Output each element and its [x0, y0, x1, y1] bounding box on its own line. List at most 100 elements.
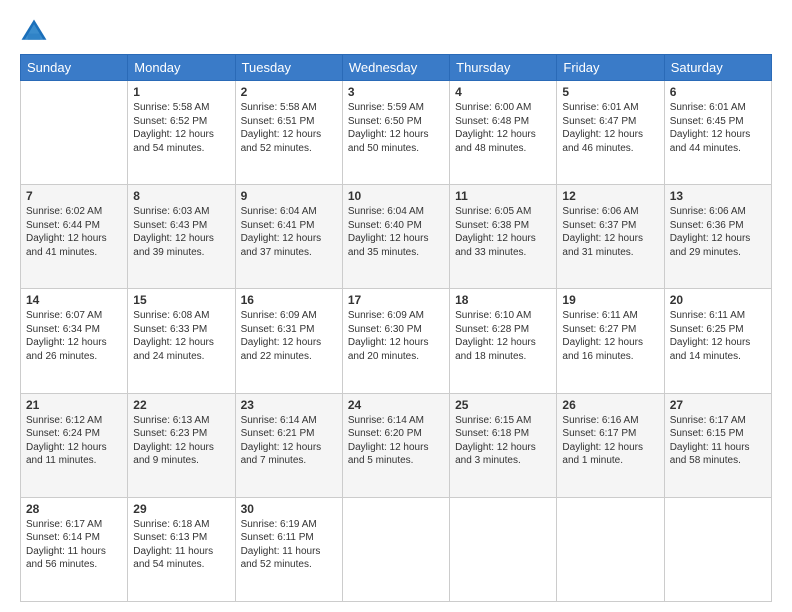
day-number: 30: [241, 502, 337, 516]
cell-info: Sunrise: 6:09 AM Sunset: 6:31 PM Dayligh…: [241, 309, 337, 363]
cell-info: Sunrise: 5:59 AM Sunset: 6:50 PM Dayligh…: [348, 101, 444, 155]
calendar-cell: 26 Sunrise: 6:16 AM Sunset: 6:17 PM Dayli…: [557, 393, 664, 497]
cell-info: Sunrise: 6:16 AM Sunset: 6:17 PM Dayligh…: [562, 414, 658, 468]
calendar-cell: 23Sunrise: 6:14 AM Sunset: 6:21 PM Dayli…: [235, 393, 342, 497]
day-number: 3: [348, 85, 444, 99]
calendar-week-row: 7 Sunrise: 6:02 AM Sunset: 6:44 PM Daylig…: [21, 185, 772, 289]
day-number: 2: [241, 85, 337, 99]
cell-info: Sunrise: 6:17 AM Sunset: 6:14 PM Dayligh…: [26, 518, 122, 572]
calendar-cell: [664, 497, 771, 601]
day-number: 22: [133, 398, 229, 412]
cell-info: Sunrise: 6:19 AM Sunset: 6:11 PM Dayligh…: [241, 518, 337, 572]
cell-info: Sunrise: 6:01 AM Sunset: 6:47 PM Dayligh…: [562, 101, 658, 155]
calendar-weekday-friday: Friday: [557, 55, 664, 81]
day-number: 12: [562, 189, 658, 203]
day-number: 9: [241, 189, 337, 203]
calendar-cell: 2 Sunrise: 5:58 AM Sunset: 6:51 PM Daylig…: [235, 81, 342, 185]
cell-info: Sunrise: 5:58 AM Sunset: 6:51 PM Dayligh…: [241, 101, 337, 155]
day-number: 14: [26, 293, 122, 307]
cell-info: Sunrise: 6:00 AM Sunset: 6:48 PM Dayligh…: [455, 101, 551, 155]
day-number: 21: [26, 398, 122, 412]
cell-info: Sunrise: 6:08 AM Sunset: 6:33 PM Dayligh…: [133, 309, 229, 363]
calendar-weekday-wednesday: Wednesday: [342, 55, 449, 81]
calendar-week-row: 14 Sunrise: 6:07 AM Sunset: 6:34 PM Dayli…: [21, 289, 772, 393]
cell-info: Sunrise: 6:17 AM Sunset: 6:15 PM Dayligh…: [670, 414, 766, 468]
cell-info: Sunrise: 6:12 AM Sunset: 6:24 PM Dayligh…: [26, 414, 122, 468]
day-number: 4: [455, 85, 551, 99]
calendar-cell: 6Sunrise: 6:01 AM Sunset: 6:45 PM Daylig…: [664, 81, 771, 185]
logo: [20, 18, 52, 46]
calendar-cell: 4 Sunrise: 6:00 AM Sunset: 6:48 PM Daylig…: [450, 81, 557, 185]
calendar-cell: [342, 497, 449, 601]
calendar-week-row: 21 Sunrise: 6:12 AM Sunset: 6:24 PM Dayli…: [21, 393, 772, 497]
cell-info: Sunrise: 6:10 AM Sunset: 6:28 PM Dayligh…: [455, 309, 551, 363]
day-number: 24: [348, 398, 444, 412]
day-number: 26: [562, 398, 658, 412]
calendar-cell: 9Sunrise: 6:04 AM Sunset: 6:41 PM Daylig…: [235, 185, 342, 289]
day-number: 8: [133, 189, 229, 203]
day-number: 25: [455, 398, 551, 412]
cell-info: Sunrise: 6:11 AM Sunset: 6:27 PM Dayligh…: [562, 309, 658, 363]
day-number: 19: [562, 293, 658, 307]
cell-info: Sunrise: 6:06 AM Sunset: 6:37 PM Dayligh…: [562, 205, 658, 259]
calendar-week-row: 1 Sunrise: 5:58 AM Sunset: 6:52 PM Daylig…: [21, 81, 772, 185]
calendar-cell: 1 Sunrise: 5:58 AM Sunset: 6:52 PM Daylig…: [128, 81, 235, 185]
calendar-cell: 13 Sunrise: 6:06 AM Sunset: 6:36 PM Dayli…: [664, 185, 771, 289]
calendar-header-row: SundayMondayTuesdayWednesdayThursdayFrid…: [21, 55, 772, 81]
calendar-cell: 18 Sunrise: 6:10 AM Sunset: 6:28 PM Dayli…: [450, 289, 557, 393]
cell-info: Sunrise: 6:11 AM Sunset: 6:25 PM Dayligh…: [670, 309, 766, 363]
day-number: 23: [241, 398, 337, 412]
calendar-weekday-sunday: Sunday: [21, 55, 128, 81]
calendar-cell: 5 Sunrise: 6:01 AM Sunset: 6:47 PM Daylig…: [557, 81, 664, 185]
cell-info: Sunrise: 6:05 AM Sunset: 6:38 PM Dayligh…: [455, 205, 551, 259]
day-number: 29: [133, 502, 229, 516]
calendar-cell: 20 Sunrise: 6:11 AM Sunset: 6:25 PM Dayli…: [664, 289, 771, 393]
calendar-cell: 24 Sunrise: 6:14 AM Sunset: 6:20 PM Dayli…: [342, 393, 449, 497]
day-number: 15: [133, 293, 229, 307]
calendar-cell: 22 Sunrise: 6:13 AM Sunset: 6:23 PM Dayli…: [128, 393, 235, 497]
calendar-cell: 21 Sunrise: 6:12 AM Sunset: 6:24 PM Dayli…: [21, 393, 128, 497]
day-number: 7: [26, 189, 122, 203]
calendar-cell: 14 Sunrise: 6:07 AM Sunset: 6:34 PM Dayli…: [21, 289, 128, 393]
day-number: 16: [241, 293, 337, 307]
calendar-cell: 11Sunrise: 6:05 AM Sunset: 6:38 PM Dayli…: [450, 185, 557, 289]
calendar-cell: 7 Sunrise: 6:02 AM Sunset: 6:44 PM Daylig…: [21, 185, 128, 289]
cell-info: Sunrise: 6:04 AM Sunset: 6:40 PM Dayligh…: [348, 205, 444, 259]
calendar-cell: 25 Sunrise: 6:15 AM Sunset: 6:18 PM Dayli…: [450, 393, 557, 497]
cell-info: Sunrise: 6:03 AM Sunset: 6:43 PM Dayligh…: [133, 205, 229, 259]
calendar-table: SundayMondayTuesdayWednesdayThursdayFrid…: [20, 54, 772, 602]
calendar-cell: 16 Sunrise: 6:09 AM Sunset: 6:31 PM Dayli…: [235, 289, 342, 393]
day-number: 6: [670, 85, 766, 99]
calendar-weekday-tuesday: Tuesday: [235, 55, 342, 81]
cell-info: Sunrise: 6:09 AM Sunset: 6:30 PM Dayligh…: [348, 309, 444, 363]
calendar-cell: 8 Sunrise: 6:03 AM Sunset: 6:43 PM Daylig…: [128, 185, 235, 289]
day-number: 10: [348, 189, 444, 203]
cell-info: Sunrise: 6:14 AM Sunset: 6:20 PM Dayligh…: [348, 414, 444, 468]
cell-info: Sunrise: 6:13 AM Sunset: 6:23 PM Dayligh…: [133, 414, 229, 468]
calendar-weekday-monday: Monday: [128, 55, 235, 81]
day-number: 18: [455, 293, 551, 307]
day-number: 28: [26, 502, 122, 516]
calendar-cell: 17 Sunrise: 6:09 AM Sunset: 6:30 PM Dayli…: [342, 289, 449, 393]
header: [20, 18, 772, 46]
day-number: 20: [670, 293, 766, 307]
cell-info: Sunrise: 6:02 AM Sunset: 6:44 PM Dayligh…: [26, 205, 122, 259]
page: SundayMondayTuesdayWednesdayThursdayFrid…: [0, 0, 792, 612]
cell-info: Sunrise: 6:06 AM Sunset: 6:36 PM Dayligh…: [670, 205, 766, 259]
day-number: 1: [133, 85, 229, 99]
cell-info: Sunrise: 6:15 AM Sunset: 6:18 PM Dayligh…: [455, 414, 551, 468]
calendar-week-row: 28 Sunrise: 6:17 AM Sunset: 6:14 PM Dayli…: [21, 497, 772, 601]
calendar-weekday-thursday: Thursday: [450, 55, 557, 81]
calendar-cell: [450, 497, 557, 601]
cell-info: Sunrise: 6:18 AM Sunset: 6:13 PM Dayligh…: [133, 518, 229, 572]
calendar-cell: 27 Sunrise: 6:17 AM Sunset: 6:15 PM Dayli…: [664, 393, 771, 497]
day-number: 27: [670, 398, 766, 412]
cell-info: Sunrise: 5:58 AM Sunset: 6:52 PM Dayligh…: [133, 101, 229, 155]
cell-info: Sunrise: 6:07 AM Sunset: 6:34 PM Dayligh…: [26, 309, 122, 363]
calendar-cell: 30 Sunrise: 6:19 AM Sunset: 6:11 PM Dayli…: [235, 497, 342, 601]
day-number: 5: [562, 85, 658, 99]
calendar-cell: 29 Sunrise: 6:18 AM Sunset: 6:13 PM Dayli…: [128, 497, 235, 601]
calendar-weekday-saturday: Saturday: [664, 55, 771, 81]
day-number: 17: [348, 293, 444, 307]
day-number: 13: [670, 189, 766, 203]
